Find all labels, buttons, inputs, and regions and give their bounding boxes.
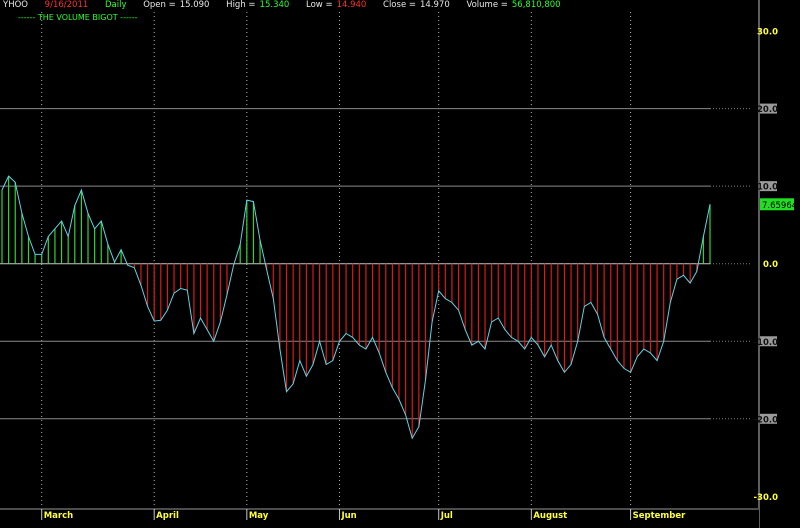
x-tick-label: Jul <box>440 511 453 521</box>
y-tick-label: 20.0 <box>757 105 778 115</box>
symbol-label: YHOO <box>3 0 28 10</box>
high-group: High = 15.340 <box>226 0 289 10</box>
high-label: High = <box>226 0 256 10</box>
quote-header: YHOO 9/16/2011 Daily Open = 15.090 High =… <box>3 0 575 12</box>
low-group: Low = 14.940 <box>306 0 366 10</box>
close-value: 14.970 <box>420 0 450 10</box>
volume-bigot-chart: 30.0 20.0 10.0 0.0 -10.0 -20.0 -30.0 7.65964 Mar… <box>0 0 797 528</box>
low-label: Low = <box>306 0 333 10</box>
high-value: 15.340 <box>259 0 290 10</box>
y-tick-label: -20.0 <box>754 415 779 425</box>
chart-window: 30.0 20.0 10.0 0.0 -10.0 -20.0 -30.0 7.65964 Mar… <box>0 0 800 528</box>
y-tick-label: 30.0 <box>757 28 778 38</box>
x-tick-label: August <box>533 511 567 521</box>
y-tick-label: -30.0 <box>754 493 779 503</box>
x-tick-label: Jun <box>340 511 356 521</box>
open-label: Open = <box>143 0 176 10</box>
x-tick-label: April <box>156 511 179 521</box>
y-tick-label: 10.0 <box>757 183 778 193</box>
period-label: Daily <box>104 0 127 10</box>
close-label: Close = <box>383 0 416 10</box>
low-value: 14.940 <box>336 0 367 10</box>
x-tick-label: September <box>633 511 687 521</box>
volume-group: Volume = 56,810,800 <box>466 0 560 10</box>
close-group: Close = 14.970 <box>383 0 450 10</box>
x-tick-label: May <box>249 511 269 521</box>
x-tick-label: March <box>44 511 73 521</box>
open-group: Open = 15.090 <box>143 0 209 10</box>
y-tick-label: -10.0 <box>754 338 779 348</box>
volume-label: Volume = <box>466 0 508 10</box>
indicator-title: ------ THE VOLUME BIGOT ------ <box>18 13 138 22</box>
open-value: 15.090 <box>179 0 210 10</box>
volume-value: 56,810,800 <box>511 0 561 10</box>
date-label: 9/16/2011 <box>44 0 89 10</box>
last-value-text: 7.65964 <box>762 201 797 211</box>
y-tick-label: 0.0 <box>763 260 778 270</box>
